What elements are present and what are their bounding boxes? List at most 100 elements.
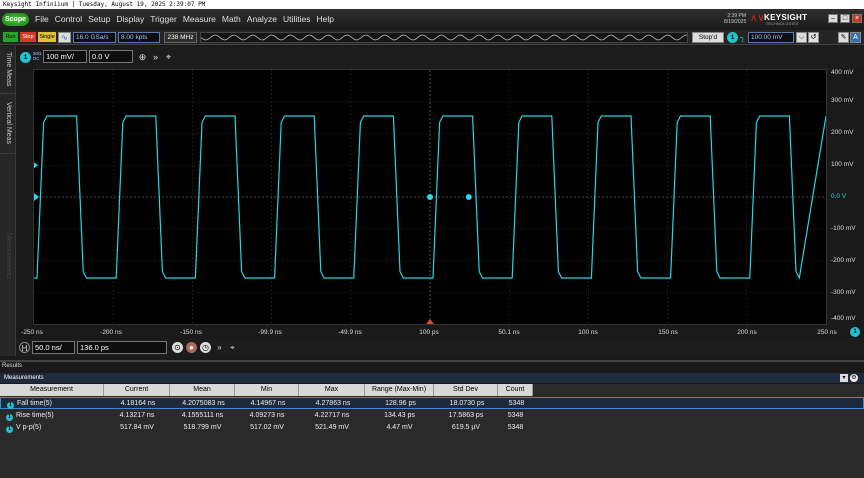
close-icon[interactable]: × (852, 14, 862, 23)
pin-icon[interactable]: ⌖ (163, 52, 174, 63)
y-tick-label: -200 mV (831, 257, 856, 264)
vertical-scale-field[interactable]: 100 mV/ (43, 50, 87, 63)
trigger-channel-badge[interactable]: 1 (727, 32, 738, 43)
ground-reference-marker (34, 193, 39, 201)
trigger-settings-icon[interactable]: ⌵ (796, 32, 807, 43)
max-cell: 521.49 mV (315, 424, 349, 431)
timebase-controls: H 50.0 ns/ 136.0 ps ⊙ ● ◷ » ⌖ (17, 339, 864, 357)
menu-display[interactable]: Display (113, 14, 147, 25)
trigger-level-marker (34, 162, 38, 169)
memory-depth-field[interactable]: 8.00 kpts (118, 32, 160, 43)
column-header[interactable]: Current (104, 384, 170, 396)
table-row[interactable]: 1V p-p(5) 517.84 mV 518.799 mV 517.02 mV… (0, 422, 864, 434)
single-button[interactable]: Single (38, 32, 56, 42)
keysight-wave-icon: ∧∨ (750, 13, 765, 24)
menu-control[interactable]: Control (52, 14, 85, 25)
record-icon[interactable]: ● (186, 342, 197, 353)
zoom-icon[interactable]: ⊙ (172, 342, 183, 353)
menu-measure[interactable]: Measure (180, 14, 219, 25)
run-button[interactable]: Run (3, 32, 18, 42)
collapse-icon[interactable]: ▾ (840, 374, 848, 382)
mean-cell: 4.2075083 ns (182, 400, 225, 407)
scope-logo[interactable]: Scope (2, 13, 29, 26)
count-cell: 5348 (508, 400, 525, 407)
sample-rate-field[interactable]: 16.0 GSa/s (73, 32, 116, 43)
menu-setup[interactable]: Setup (85, 14, 113, 25)
column-header[interactable]: Min (235, 384, 299, 396)
coupling-mode: DC (33, 56, 40, 61)
tab-vertical-meas[interactable]: Vertical Meas (0, 94, 16, 154)
tab-time-meas[interactable]: Time Meas (0, 46, 16, 94)
column-header[interactable]: Range (Max-Min) (365, 384, 434, 396)
min-cell: 517.02 mV (250, 424, 284, 431)
settings-gear-icon[interactable]: ⚙ (850, 374, 858, 382)
menu-analyze[interactable]: Analyze (244, 14, 280, 25)
clock-date: 8/19/2025 (724, 19, 747, 25)
results-panel-title: Results (0, 360, 864, 371)
measurements-table: Measurement Current Mean Min Max Range (… (0, 384, 864, 478)
column-header[interactable]: Count (498, 384, 533, 396)
measurement-name-cell: 1 Fall time(5) (1, 398, 105, 410)
std-dev-cell: 18.0730 ps (449, 400, 485, 407)
vertical-offset-field[interactable]: 0.0 V (89, 50, 133, 63)
acquisition-status-button[interactable]: Stop'd (692, 32, 724, 43)
y-tick-label: 200 mV (831, 129, 854, 136)
restore-icon[interactable]: □ (840, 14, 850, 23)
timebase-position-field[interactable]: 136.0 ps (77, 341, 167, 354)
range-cell: 4.47 mV (386, 424, 413, 431)
column-header[interactable]: Mean (170, 384, 235, 396)
horizontal-icon[interactable]: H (19, 342, 30, 353)
y-tick-label: -300 mV (831, 289, 856, 296)
table-row[interactable]: 1 Fall time(5) 4.18164 ns 4.2075083 ns 4.… (0, 397, 864, 409)
y-tick-label: -100 mV (831, 225, 856, 232)
history-clock-icon[interactable]: ◷ (200, 342, 211, 353)
menu-file[interactable]: File (32, 14, 52, 25)
x-tick-label: 100 ns (578, 329, 598, 336)
table-header: Measurement Current Mean Min Max Range (… (0, 384, 533, 396)
tab-measurements[interactable]: Measurements (0, 216, 16, 296)
min-cell: 4.09273 ns (249, 412, 285, 419)
channel-dot-icon: 1 (7, 402, 14, 409)
x-tick-label: -99.9 ns (258, 329, 282, 336)
measurement-marker (427, 194, 433, 200)
bandwidth-field[interactable]: 238 MHz (164, 32, 197, 43)
y-tick-label: -400 mV (831, 315, 856, 322)
add-channel-icon[interactable]: ⊕ (137, 52, 148, 63)
column-header[interactable]: Std Dev (434, 384, 498, 396)
menu-bar: Scope File Control Setup Display Trigger… (0, 9, 864, 30)
waveform-display[interactable] (33, 69, 827, 325)
stop-button[interactable]: Stop (20, 32, 36, 42)
min-cell: 4.14967 ns (250, 400, 286, 407)
pin-icon[interactable]: ⌖ (227, 342, 238, 353)
trigger-position-marker (426, 319, 434, 324)
measurements-tab-label: Measurements (4, 375, 44, 381)
trigger-level-field[interactable]: 100.00 mV (748, 32, 794, 43)
edit-icon[interactable]: ✎ (838, 32, 849, 43)
measurements-tab[interactable]: Measurements ▾ ⚙ (0, 373, 864, 383)
range-cell: 128.96 ps (385, 400, 416, 407)
channel-reference-marker[interactable]: 1 (850, 327, 860, 337)
current-cell: 4.18164 ns (120, 400, 156, 407)
expand-icon[interactable]: » (214, 342, 225, 353)
autoscale-icon[interactable]: ∿ (58, 32, 71, 43)
column-header[interactable]: Max (299, 384, 365, 396)
menu-help[interactable]: Help (313, 14, 336, 25)
column-header[interactable]: Measurement (0, 384, 104, 396)
current-cell: 4.13217 ns (119, 412, 155, 419)
mean-cell: 518.799 mV (183, 424, 222, 431)
table-row[interactable]: 1 Rise time(5) 4.13217 ns 4.1555111 ns 4.… (0, 410, 864, 422)
y-tick-label: 100 mV (831, 161, 854, 168)
window-title: Keysight Infiniium | Tuesday, August 19,… (0, 0, 864, 9)
timebase-scale-field[interactable]: 50.0 ns/ (32, 341, 75, 354)
menu-math[interactable]: Math (219, 14, 244, 25)
minimize-icon[interactable]: – (828, 14, 838, 23)
count-cell: 5348 (507, 412, 524, 419)
measurement-name-cell: 1 Rise time(5) (0, 410, 104, 422)
expand-icon[interactable]: » (150, 52, 161, 63)
undo-icon[interactable]: ↺ (808, 32, 819, 43)
menu-trigger[interactable]: Trigger (147, 14, 180, 25)
max-cell: 4.22717 ns (314, 412, 350, 419)
menu-utilities[interactable]: Utilities (280, 14, 313, 25)
auto-measure-icon[interactable]: A (850, 32, 861, 43)
channel-badge[interactable]: 1 (20, 52, 31, 63)
